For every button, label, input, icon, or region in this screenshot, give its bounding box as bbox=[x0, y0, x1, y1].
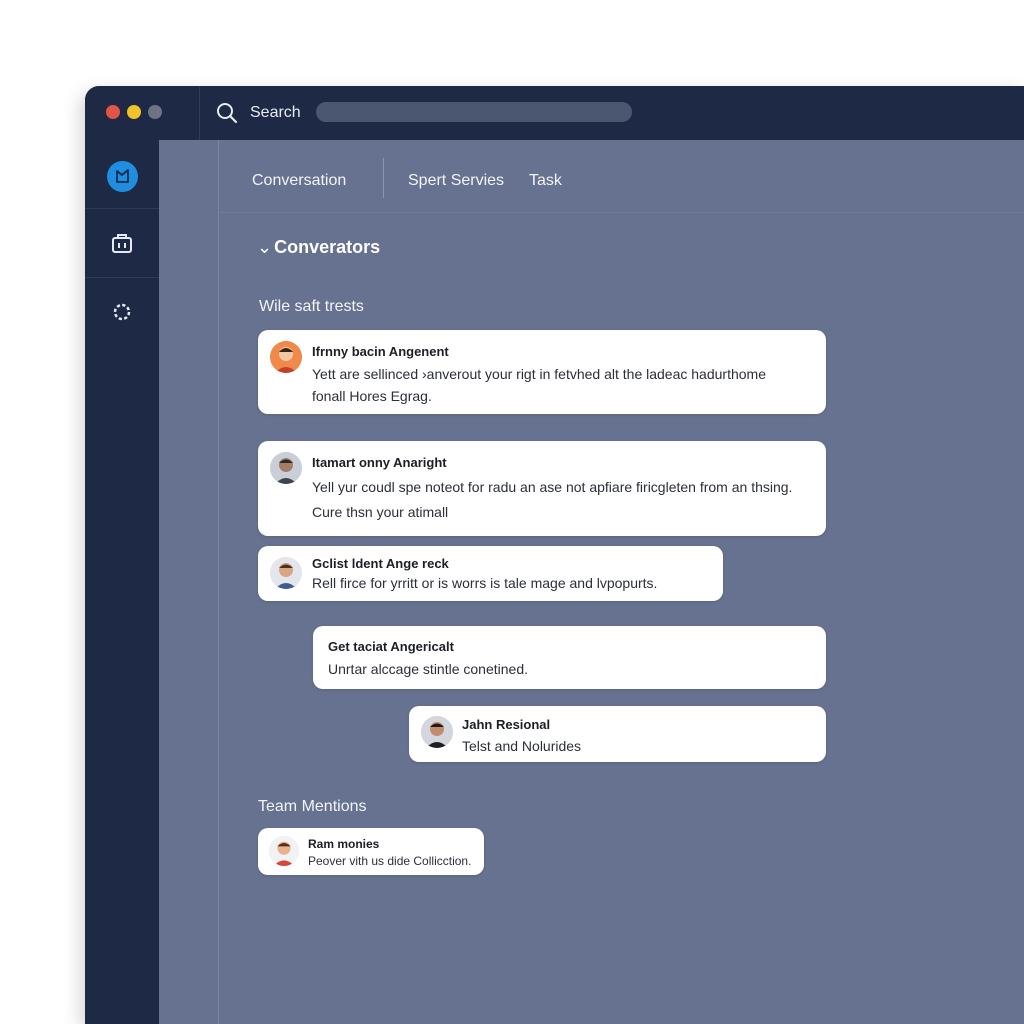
sidebar-item-home[interactable] bbox=[85, 140, 159, 209]
message-author: Itamart onny Anaright bbox=[312, 455, 447, 470]
message-text: Unrtar alccage stintle conetined. bbox=[328, 661, 528, 677]
avatar bbox=[270, 557, 302, 589]
settings-icon bbox=[113, 303, 131, 321]
message-text: fonall Hores Egrag. bbox=[312, 388, 432, 404]
message-author: Gclist ldent Ange reck bbox=[312, 556, 449, 571]
tab-spert-servies[interactable]: Spert Servies bbox=[408, 172, 504, 190]
chevron-down-icon: ⌄ bbox=[257, 237, 273, 257]
search-input[interactable] bbox=[316, 102, 632, 122]
subsection-title: Wile saft trests bbox=[259, 298, 364, 315]
message-card[interactable]: Jahn Resional Telst and Nolurides bbox=[409, 706, 826, 762]
message-text: Yett are sellinced ›anverout your rigt i… bbox=[312, 366, 766, 382]
minimize-window-button[interactable] bbox=[127, 105, 141, 119]
message-card[interactable]: Itamart onny Anaright Yell yur coudl spe… bbox=[258, 441, 826, 536]
message-author: Jahn Resional bbox=[462, 717, 551, 732]
message-text: Yell yur coudl spe noteot for radu an as… bbox=[312, 479, 793, 495]
briefcase-icon bbox=[112, 234, 132, 253]
app-logo-icon bbox=[107, 161, 138, 192]
titlebar-divider bbox=[199, 86, 200, 140]
tab-conversation[interactable]: Conversation bbox=[252, 172, 346, 190]
mention-text: Peover vith us dide Collicction. bbox=[308, 854, 472, 868]
sidebar-item-work[interactable] bbox=[85, 209, 159, 278]
mention-card[interactable]: Ram monies Peover vith us dide Colliccti… bbox=[258, 828, 484, 875]
tabs-underline bbox=[219, 212, 1024, 213]
message-text: Telst and Nolurides bbox=[462, 738, 582, 754]
content-divider bbox=[218, 140, 219, 1024]
sidebar bbox=[85, 140, 159, 1024]
section-title: Converators bbox=[274, 237, 381, 257]
app-window: Search Conversation Spert Servies Task ⌄… bbox=[85, 86, 1024, 1024]
tabs-divider bbox=[383, 158, 384, 198]
avatar bbox=[421, 716, 453, 748]
close-window-button[interactable] bbox=[106, 105, 120, 119]
message-card[interactable]: Gclist ldent Ange reck Rell firce for yr… bbox=[258, 546, 723, 601]
message-card[interactable]: Ifrnny bacin Angenent Yett are sellinced… bbox=[258, 330, 826, 414]
mention-author: Ram monies bbox=[308, 837, 380, 851]
avatar bbox=[269, 836, 299, 866]
avatar bbox=[270, 452, 302, 484]
team-mentions-title: Team Mentions bbox=[258, 798, 367, 815]
search-label: Search bbox=[250, 104, 301, 121]
message-text: Rell firce for yrritt or is worrs is tal… bbox=[312, 575, 658, 591]
title-bar: Search bbox=[85, 86, 1024, 140]
maximize-window-button[interactable] bbox=[148, 105, 162, 119]
message-author: Ifrnny bacin Angenent bbox=[312, 344, 449, 359]
section-toggle[interactable]: ⌄ Converators bbox=[257, 237, 380, 258]
search-icon[interactable] bbox=[215, 101, 239, 125]
message-card[interactable]: Get taciat Angericalt Unrtar alccage sti… bbox=[313, 626, 826, 689]
tab-task[interactable]: Task bbox=[529, 172, 562, 190]
message-text: Cure thsn your atimall bbox=[312, 504, 449, 520]
sidebar-item-settings[interactable] bbox=[85, 278, 159, 346]
message-author: Get taciat Angericalt bbox=[328, 639, 454, 654]
avatar bbox=[270, 341, 302, 373]
